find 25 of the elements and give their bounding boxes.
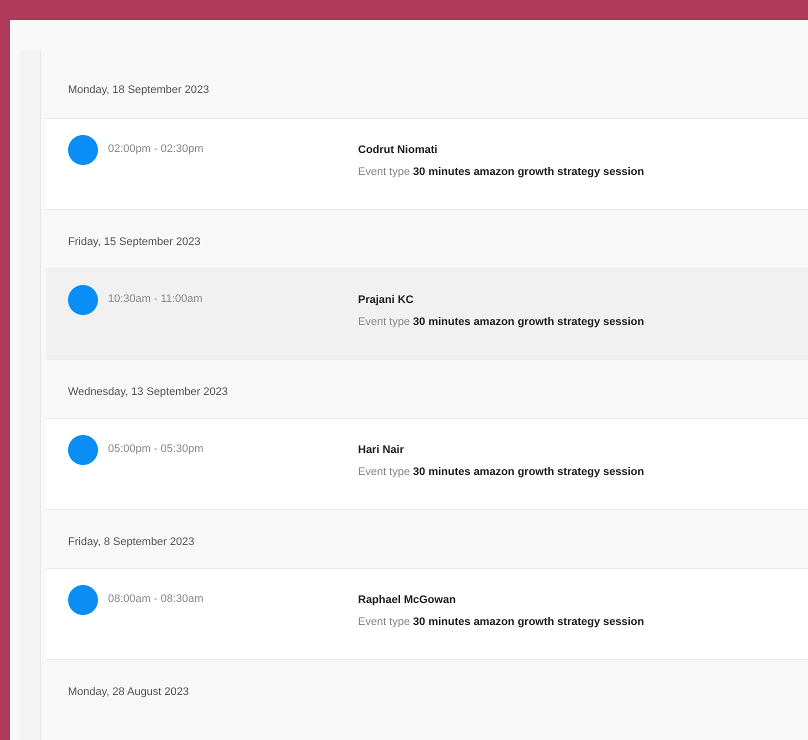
event-type: Event type 30 minutes amazon growth strategy session [358,466,646,478]
status-dot-icon [68,285,98,315]
booking-row[interactable]: 08:00am - 08:30am Raphael McGowan Event type 30 minutes amazon growth strategy session [46,568,808,660]
status-dot-icon [68,135,98,165]
event-type: Event type 30 minutes amazon growth strategy session [358,616,646,628]
date-heading: Friday, 8 September 2023 [68,536,194,548]
status-dot-icon [68,585,98,615]
booking-row[interactable]: 10:30am - 11:00am Prajani KC Event type 30 minutes amazon growth strategy session [46,268,808,360]
status-dot-icon [68,435,98,465]
attendee-name: Hari Nair [358,444,405,456]
time-range: 08:00am - 08:30am [108,592,204,605]
time-range: 10:30am - 11:00am [108,292,204,305]
booking-row[interactable]: 02:00pm - 02:30pm Codrut Niomati Event type 30 minutes amazon growth strategy session [46,118,808,210]
date-heading: Friday, 15 September 2023 [68,236,200,248]
date-heading: Monday, 28 August 2023 [68,686,189,698]
date-heading: Wednesday, 13 September 2023 [68,386,228,398]
time-range: 05:00pm - 05:30pm [108,442,204,455]
attendee-name: Raphael McGowan [358,594,457,606]
attendee-name: Codrut Niomati [358,144,438,156]
event-type: Event type 30 minutes amazon growth strategy session [358,166,646,178]
time-range: 02:00pm - 02:30pm [108,142,204,155]
date-heading: Monday, 18 September 2023 [68,84,210,96]
event-type: Event type 30 minutes amazon growth strategy session [358,316,646,328]
attendee-name: Prajani KC [358,294,415,306]
booking-row[interactable]: 05:00pm - 05:30pm Hari Nair Event type 30 minutes amazon growth strategy session [46,418,808,510]
